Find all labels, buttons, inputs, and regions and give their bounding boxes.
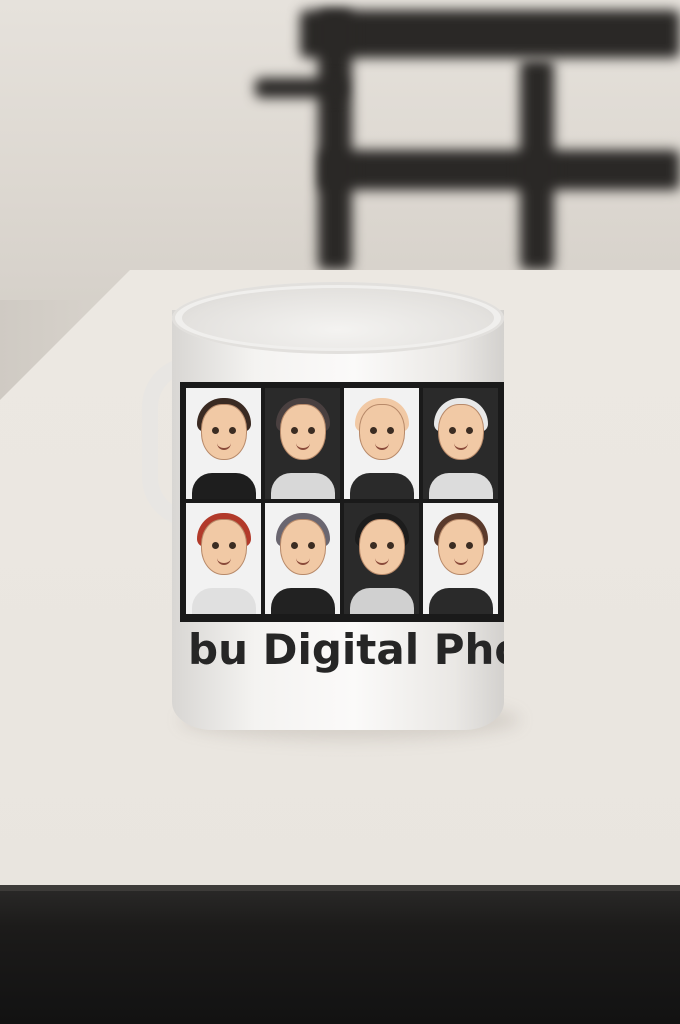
avatar-face <box>279 404 326 460</box>
avatar-mouth <box>216 558 231 565</box>
avatar-mouth <box>216 443 231 450</box>
avatar-eye <box>307 542 315 549</box>
avatar-man-with-glasses <box>186 388 261 499</box>
avatar-face <box>279 519 326 575</box>
avatar-eye <box>228 427 236 434</box>
chair-back-top <box>300 10 680 58</box>
coffee-mug: bu Digital Pho <box>142 282 504 732</box>
background-wall <box>0 0 680 300</box>
avatar-woman-black-hair <box>344 503 419 614</box>
avatar-face <box>358 519 405 575</box>
avatar-face <box>200 404 247 460</box>
avatar-face <box>437 404 484 460</box>
avatar-eye <box>465 427 473 434</box>
avatar-shirt <box>270 473 335 499</box>
avatar-woman-brown-hair <box>423 503 498 614</box>
avatar-eye <box>386 427 394 434</box>
avatar-face <box>437 519 484 575</box>
avatar-red-hair-girl <box>186 503 261 614</box>
chair-post-right <box>520 60 554 270</box>
avatar-mouth <box>374 558 389 565</box>
avatar-eye <box>228 542 236 549</box>
avatar-eye <box>448 427 456 434</box>
avatar-shirt <box>349 473 414 499</box>
avatar-face <box>358 404 405 460</box>
avatar-smiling-girl-peace-sign <box>265 503 340 614</box>
avatar-shirt <box>191 588 256 614</box>
avatar-woman-white-cap <box>423 388 498 499</box>
avatar-eye <box>211 427 219 434</box>
avatar-mouth <box>453 558 468 565</box>
mug-avatar-print <box>180 382 504 622</box>
avatar-eye <box>211 542 219 549</box>
avatar-eye <box>307 427 315 434</box>
avatar-eye <box>369 427 377 434</box>
table-edge <box>0 885 680 1024</box>
avatar-shirt <box>428 473 493 499</box>
avatar-eye <box>290 427 298 434</box>
avatar-bald-man <box>344 388 419 499</box>
avatar-mouth <box>295 443 310 450</box>
avatar-shirt <box>349 588 414 614</box>
avatar-eye <box>369 542 377 549</box>
chair-arm <box>255 78 345 98</box>
avatar-mouth <box>453 443 468 450</box>
chair-back-bar <box>320 150 680 190</box>
mug-inside <box>182 288 494 348</box>
avatar-mouth <box>374 443 389 450</box>
mug-print-text: bu Digital Pho <box>188 625 504 674</box>
avatar-eye <box>465 542 473 549</box>
avatar-eye <box>448 542 456 549</box>
photo-scene: bu Digital Pho <box>0 0 680 1024</box>
avatar-eye <box>386 542 394 549</box>
chair-post-left <box>318 10 352 270</box>
table-edge-highlight <box>0 885 680 891</box>
avatar-woman-dark-hair <box>265 388 340 499</box>
avatar-mouth <box>295 558 310 565</box>
avatar-shirt <box>270 588 335 614</box>
avatar-shirt <box>428 588 493 614</box>
avatar-face <box>200 519 247 575</box>
avatar-eye <box>290 542 298 549</box>
avatar-shirt <box>191 473 256 499</box>
